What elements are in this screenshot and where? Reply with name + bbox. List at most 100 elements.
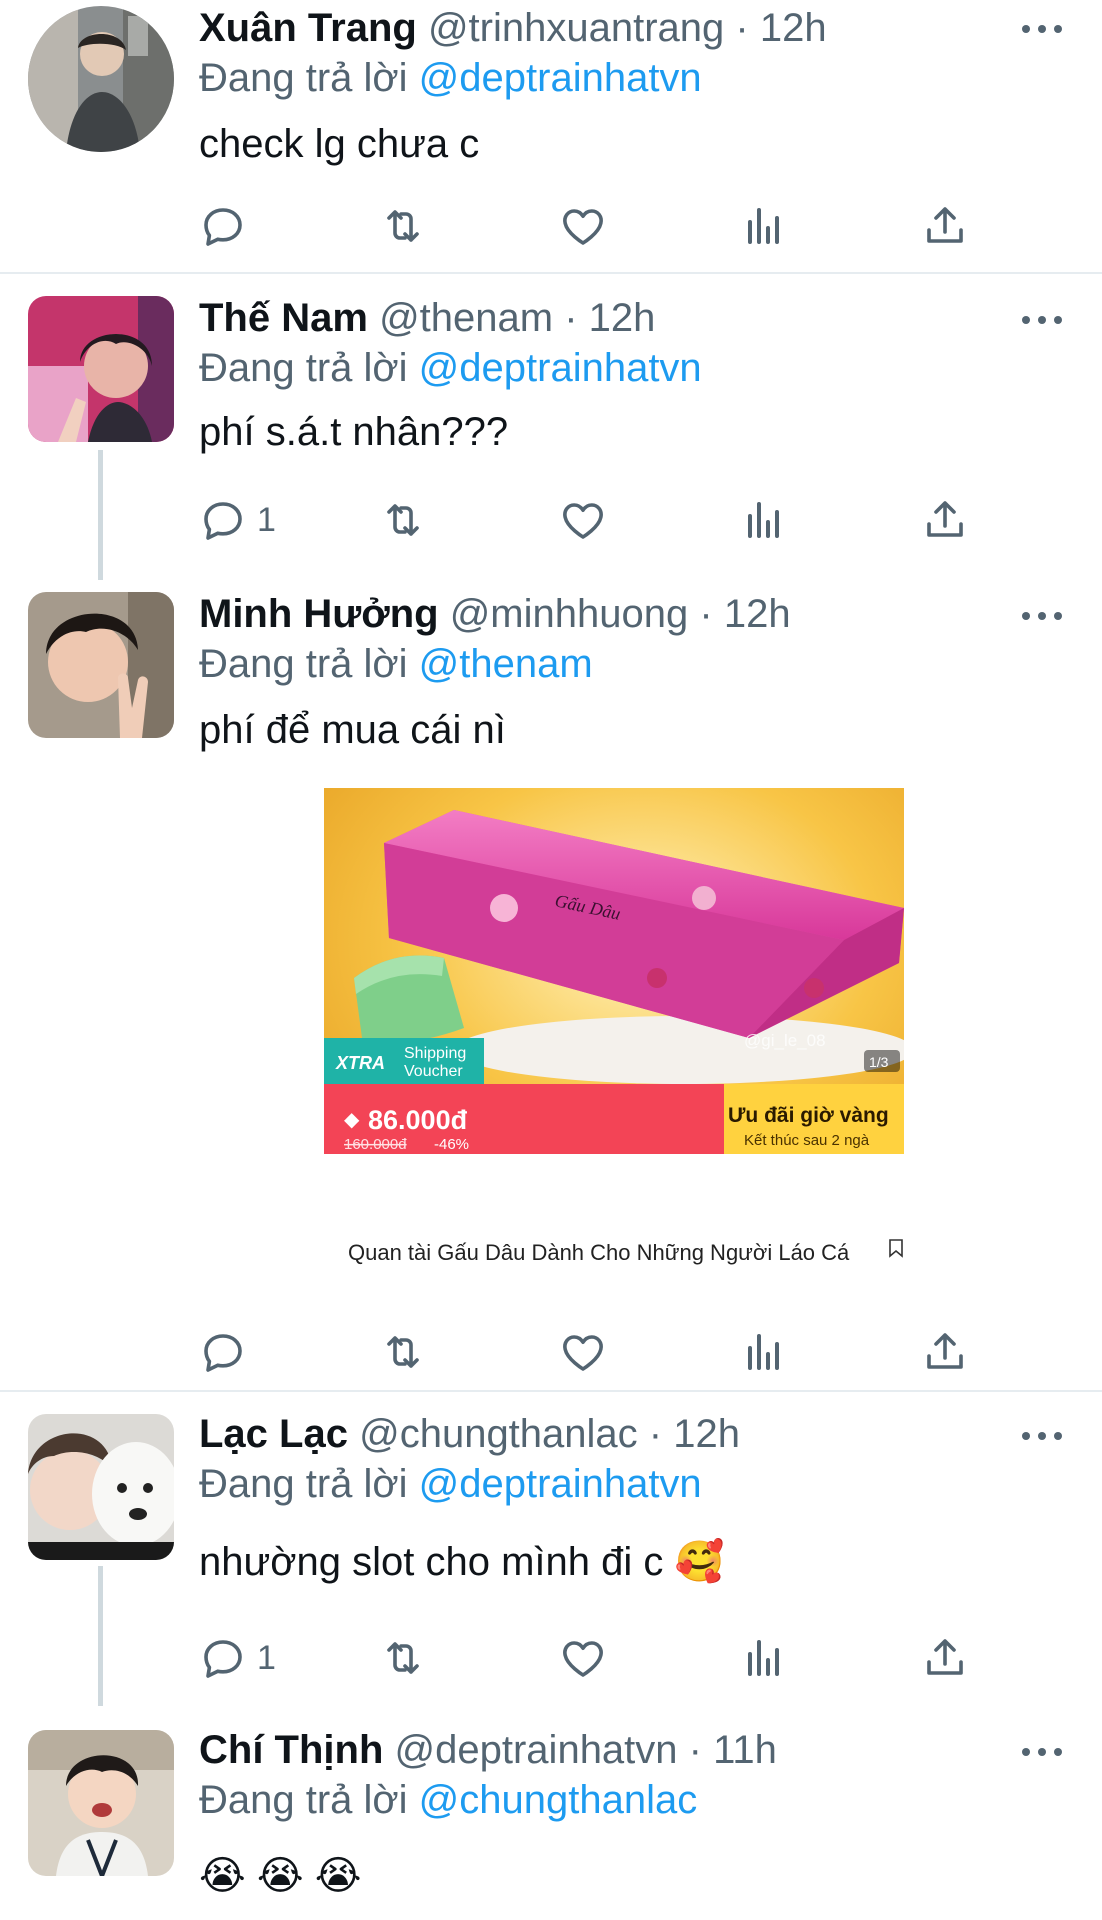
timestamp[interactable]: 12h	[589, 296, 656, 340]
retweet-icon	[379, 496, 427, 544]
reply-icon	[199, 202, 247, 250]
retweet-button[interactable]	[379, 1628, 427, 1688]
separator: ·	[688, 1728, 702, 1772]
user-handle[interactable]: @trinhxuantrang	[428, 6, 724, 50]
display-name[interactable]: Thế Nam	[199, 296, 368, 340]
reply-button[interactable]: 1	[199, 1628, 276, 1688]
reply-button[interactable]	[199, 196, 257, 256]
tweet[interactable]: Lạc Lạc @chungthanlac · 12h Đang trả lời…	[0, 1396, 1102, 1706]
media-image[interactable]: Gấu Dâu XTRA Shipping Voucher @gi_le_08 …	[324, 788, 904, 1218]
tweet-header: Xuân Trang @trinhxuantrang · 12h	[199, 4, 827, 52]
reply-icon	[199, 1634, 247, 1682]
display-name[interactable]: Chí Thịnh	[199, 1728, 383, 1772]
reply-icon	[199, 496, 247, 544]
reply-prefix: Đang trả lời	[199, 346, 408, 390]
views-button[interactable]	[740, 490, 788, 550]
reply-count: 1	[257, 500, 276, 539]
divider	[0, 272, 1102, 274]
reply-button[interactable]: 1	[199, 490, 276, 550]
action-bar: 1	[199, 1628, 989, 1688]
heart-icon	[559, 496, 607, 544]
display-name[interactable]: Lạc Lạc	[199, 1412, 348, 1456]
tweet[interactable]: Thế Nam @thenam · 12h Đang trả lời @dept…	[0, 280, 1102, 580]
retweet-icon	[379, 1634, 427, 1682]
tweet-header: Lạc Lạc @chungthanlac · 12h	[199, 1410, 740, 1458]
separator: ·	[564, 296, 578, 340]
timestamp[interactable]: 12h	[673, 1412, 740, 1456]
promo-sub: Kết thúc sau 2 ngà	[744, 1132, 870, 1149]
views-button[interactable]	[740, 1322, 788, 1382]
share-button[interactable]	[921, 1322, 969, 1382]
share-button[interactable]	[921, 196, 969, 256]
views-chart-icon	[740, 202, 788, 250]
user-handle[interactable]: @minhhuong	[450, 592, 689, 636]
more-dots-icon[interactable]	[1022, 310, 1062, 330]
reply-mention[interactable]: @deptrainhatvn	[419, 1462, 702, 1506]
avatar[interactable]	[28, 296, 174, 442]
views-chart-icon	[740, 1328, 788, 1376]
views-button[interactable]	[740, 1628, 788, 1688]
reply-prefix: Đang trả lời	[199, 642, 408, 686]
heart-icon	[559, 202, 607, 250]
heart-icon	[559, 1634, 607, 1682]
like-button[interactable]	[559, 1628, 607, 1688]
user-handle[interactable]: @chungthanlac	[359, 1412, 638, 1456]
retweet-button[interactable]	[379, 1322, 427, 1382]
bookmark-icon[interactable]	[888, 1238, 904, 1258]
action-bar	[199, 1322, 989, 1382]
like-button[interactable]	[559, 196, 607, 256]
user-handle[interactable]: @deptrainhatvn	[395, 1728, 678, 1772]
promo-title: Ưu đãi giờ vàng	[728, 1104, 889, 1127]
reply-mention[interactable]: @thenam	[419, 642, 593, 686]
timestamp[interactable]: 12h	[724, 592, 791, 636]
thread-line	[98, 1566, 103, 1706]
reply-context: Đang trả lời @thenam	[199, 640, 593, 688]
avatar[interactable]	[28, 1730, 174, 1876]
separator: ·	[648, 1412, 663, 1456]
timestamp[interactable]: 12h	[760, 6, 827, 50]
more-dots-icon[interactable]	[1022, 1426, 1062, 1446]
more-dots-icon[interactable]	[1022, 606, 1062, 626]
reply-mention[interactable]: @deptrainhatvn	[419, 56, 702, 100]
reply-button[interactable]	[199, 1322, 257, 1382]
retweet-icon	[379, 1328, 427, 1376]
retweet-button[interactable]	[379, 490, 427, 550]
thread-line	[98, 450, 103, 580]
reply-mention[interactable]: @deptrainhatvn	[419, 346, 702, 390]
share-icon	[921, 1634, 969, 1682]
tweet-text: check lg chưa c	[199, 122, 480, 166]
tweet[interactable]: Minh Hưởng @minhhuong · 12h Đang trả lời…	[0, 580, 1102, 1380]
tweet[interactable]: Chí Thịnh @deptrainhatvn · 11h Đang trả …	[0, 1706, 1102, 1920]
reply-count: 1	[257, 1638, 276, 1677]
like-button[interactable]	[559, 1322, 607, 1382]
media-caption: Quan tài Gấu Dâu Dành Cho Những Người Lá…	[348, 1240, 850, 1265]
watermark: @gi_le_08	[744, 1031, 826, 1050]
display-name[interactable]: Minh Hưởng	[199, 592, 439, 636]
display-name[interactable]: Xuân Trang	[199, 6, 417, 50]
reply-mention[interactable]: @chungthanlac	[419, 1778, 698, 1822]
retweet-button[interactable]	[379, 196, 427, 256]
discount: -46%	[434, 1136, 469, 1153]
share-button[interactable]	[921, 1628, 969, 1688]
user-handle[interactable]: @thenam	[379, 296, 553, 340]
like-button[interactable]	[559, 490, 607, 550]
separator: ·	[735, 6, 749, 50]
more-dots-icon[interactable]	[1022, 1742, 1062, 1762]
avatar[interactable]	[28, 592, 174, 738]
tweet-header: Minh Hưởng @minhhuong · 12h	[199, 590, 791, 638]
divider	[0, 1390, 1102, 1392]
action-bar	[199, 196, 989, 256]
views-chart-icon	[740, 496, 788, 544]
retweet-icon	[379, 202, 427, 250]
views-button[interactable]	[740, 196, 788, 256]
share-icon	[921, 496, 969, 544]
page-indicator: 1/3	[869, 1054, 889, 1070]
timestamp[interactable]: 11h	[713, 1728, 777, 1772]
tweet[interactable]: Xuân Trang @trinhxuantrang · 12h Đang tr…	[0, 0, 1102, 272]
share-button[interactable]	[921, 490, 969, 550]
reply-icon	[199, 1328, 247, 1376]
avatar[interactable]	[28, 6, 174, 152]
more-dots-icon[interactable]	[1022, 19, 1062, 39]
avatar[interactable]	[28, 1414, 174, 1560]
tweet-text: nhường slot cho mình đi c 🥰	[199, 1538, 724, 1586]
